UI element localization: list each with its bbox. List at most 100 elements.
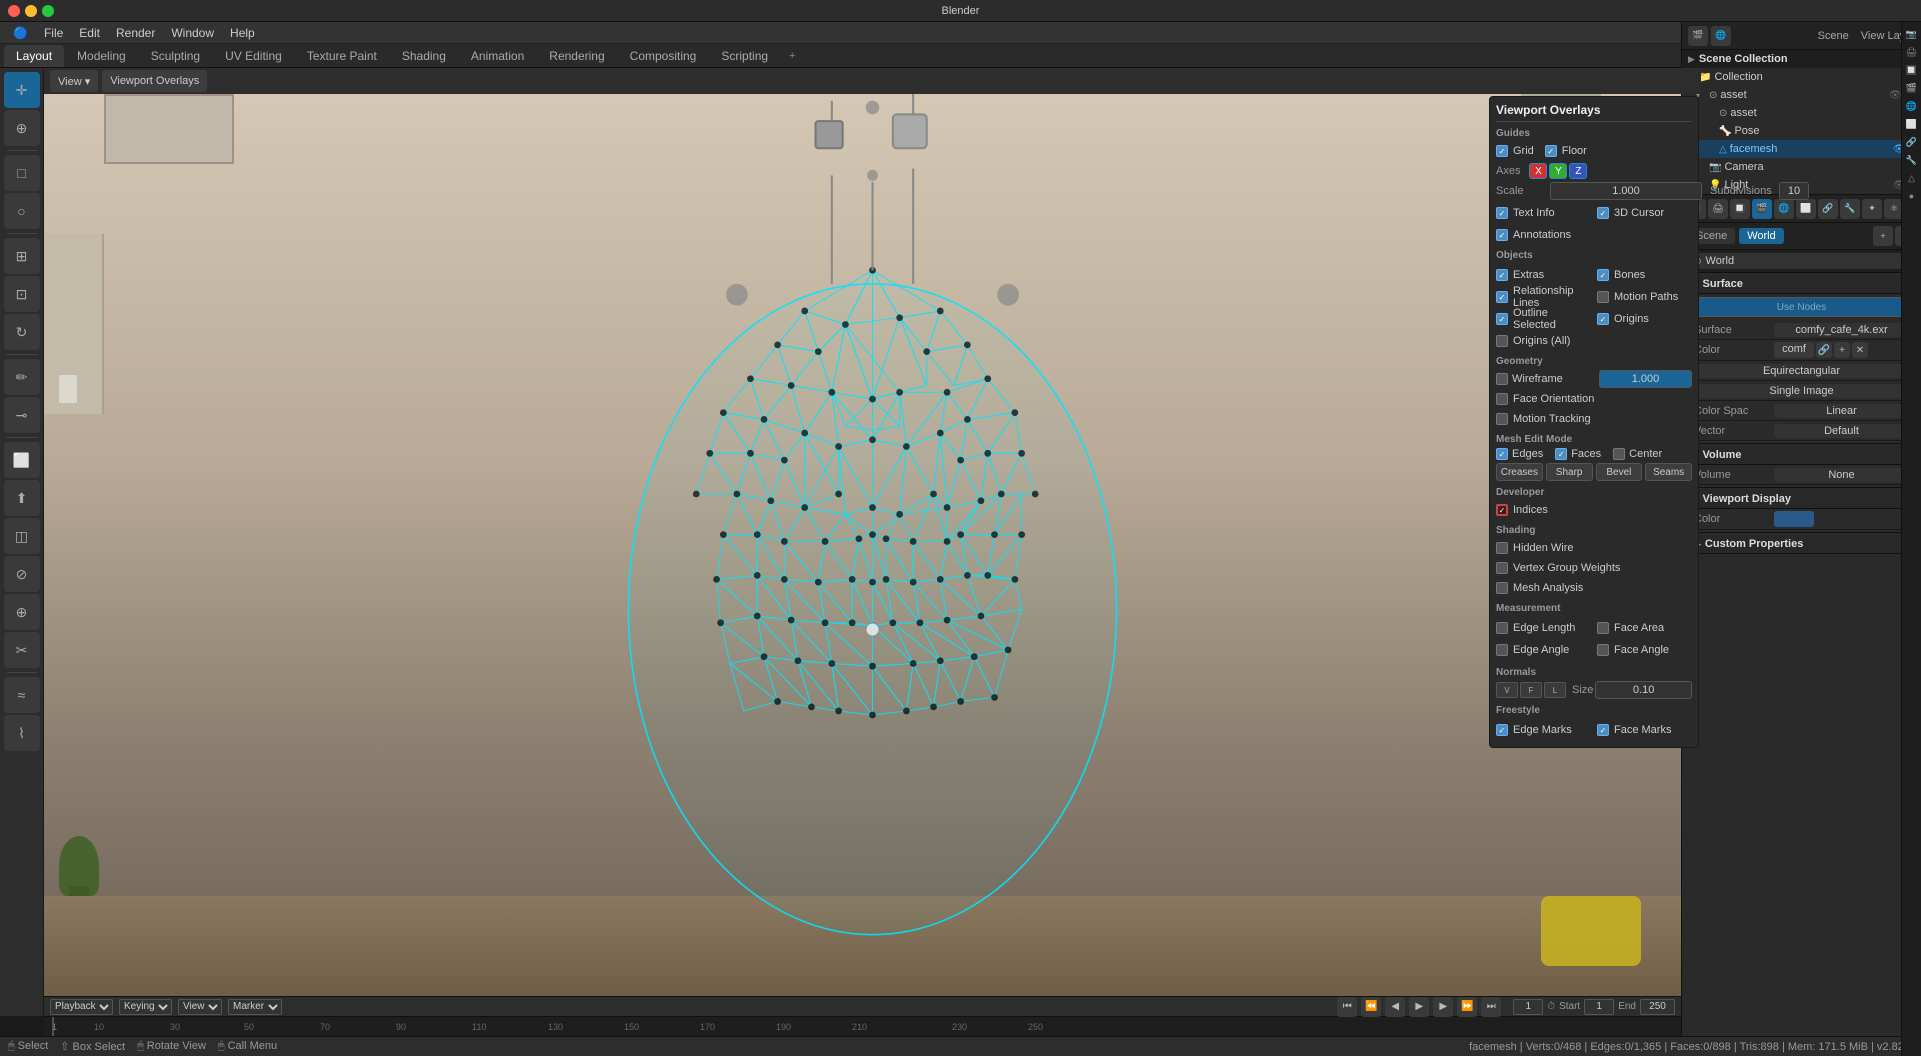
tab-uv-editing[interactable]: UV Editing <box>213 45 294 67</box>
move-tool[interactable]: ⊕ <box>4 110 40 146</box>
close-button[interactable] <box>8 5 20 17</box>
menu-render[interactable]: Render <box>109 24 162 42</box>
knife-tool[interactable]: ✂ <box>4 632 40 668</box>
projection-value[interactable]: Equirectangular <box>1694 364 1909 378</box>
sidebar-material-icon[interactable]: ● <box>1904 188 1920 204</box>
bones-checkbox[interactable] <box>1597 269 1609 281</box>
right-panel-icon1[interactable]: 🎬 <box>1688 26 1708 46</box>
prop-icon-view-layer[interactable]: 🔲 <box>1730 199 1750 219</box>
maximize-button[interactable] <box>42 5 54 17</box>
rel-lines-checkbox[interactable] <box>1496 291 1508 303</box>
sc-item-collection[interactable]: ▾ 📁 Collection 👁 <box>1682 68 1921 86</box>
sc-item-camera[interactable]: 📷 Camera 👁 <box>1682 158 1921 176</box>
viewport-display-header[interactable]: ▾ Viewport Display <box>1688 490 1915 509</box>
color-space-value[interactable]: Linear <box>1774 404 1909 418</box>
prop-icon-modifier[interactable]: 🔧 <box>1840 199 1860 219</box>
viewport-canvas[interactable]: X Y Z <box>44 94 1701 1016</box>
sharp-btn[interactable]: Sharp <box>1546 463 1593 481</box>
floor-checkbox[interactable] <box>1545 145 1557 157</box>
sidebar-modifier-icon[interactable]: 🔧 <box>1904 152 1920 168</box>
sidebar-data-icon[interactable]: △ <box>1904 170 1920 186</box>
playback-select[interactable]: Playback <box>50 999 113 1015</box>
prop-icon-constraint[interactable]: 🔗 <box>1818 199 1838 219</box>
scale-input[interactable] <box>1550 182 1702 200</box>
sc-item-pose[interactable]: 🦴 Pose 👁 <box>1682 122 1921 140</box>
menu-edit[interactable]: Edit <box>72 24 107 42</box>
center-checkbox[interactable] <box>1613 448 1625 460</box>
loop-cut-tool[interactable]: ⊕ <box>4 594 40 630</box>
tab-rendering[interactable]: Rendering <box>537 45 616 67</box>
custom-props-header[interactable]: ▶ Custom Properties <box>1688 535 1915 554</box>
subdivisions-input[interactable] <box>1779 182 1809 200</box>
faces-checkbox[interactable] <box>1555 448 1567 460</box>
view-select[interactable]: View <box>178 999 222 1015</box>
color-node-icon[interactable]: + <box>1834 342 1850 358</box>
normals-size-input[interactable] <box>1595 681 1692 699</box>
extras-checkbox[interactable] <box>1496 269 1508 281</box>
axis-x-btn[interactable]: X <box>1529 163 1547 179</box>
sc-item-facemesh[interactable]: △ facemesh 👁 ⊙ <box>1682 140 1921 158</box>
world-tab[interactable]: World <box>1739 228 1784 244</box>
prop-icon-particles[interactable]: ✦ <box>1862 199 1882 219</box>
sidebar-world-icon[interactable]: 🌐 <box>1904 98 1920 114</box>
jump-end-btn[interactable]: ⏭ <box>1481 997 1501 1017</box>
tab-layout[interactable]: Layout <box>4 45 64 67</box>
cursor-tool[interactable]: ✛ <box>4 72 40 108</box>
motion-paths-checkbox[interactable] <box>1597 291 1609 303</box>
jump-start-btn[interactable]: ⏮ <box>1337 997 1357 1017</box>
volume-value[interactable]: None <box>1774 468 1909 482</box>
marker-select[interactable]: Marker <box>228 999 282 1015</box>
sidebar-constraint-icon[interactable]: 🔗 <box>1904 134 1920 150</box>
surface-section-header[interactable]: ▾ Surface <box>1688 275 1915 294</box>
step-back-btn[interactable]: ⏪ <box>1361 997 1381 1017</box>
measure-tool[interactable]: ⊸ <box>4 397 40 433</box>
crease-tool[interactable]: ⌇ <box>4 715 40 751</box>
sidebar-render-icon[interactable]: 📷 <box>1904 26 1920 42</box>
vp-color-swatch[interactable] <box>1774 511 1814 527</box>
axis-y-btn[interactable]: Y <box>1549 163 1567 179</box>
prop-icon-scene[interactable]: 🎬 <box>1752 199 1772 219</box>
face-normals-btn[interactable]: F <box>1520 682 1542 698</box>
color-copy-icon[interactable]: ✕ <box>1852 342 1868 358</box>
volume-section-header[interactable]: ▾ Volume <box>1688 446 1915 465</box>
grid-checkbox[interactable] <box>1496 145 1508 157</box>
step-forward-btn[interactable]: ⏩ <box>1457 997 1477 1017</box>
sidebar-view-layer-icon[interactable]: 🔲 <box>1904 62 1920 78</box>
hidden-wire-checkbox[interactable] <box>1496 542 1508 554</box>
wireframe-checkbox[interactable] <box>1496 373 1508 385</box>
text-info-checkbox[interactable] <box>1496 207 1508 219</box>
sc-item-asset-parent[interactable]: ▾ ⊙ asset 👁 🦴 <box>1682 86 1921 104</box>
color-swatch[interactable]: comf <box>1774 342 1814 358</box>
minimize-button[interactable] <box>25 5 37 17</box>
prop-icon-output[interactable]: 🖨 <box>1708 199 1728 219</box>
menu-help[interactable]: Help <box>223 24 262 42</box>
select-circle-tool[interactable]: ○ <box>4 193 40 229</box>
sidebar-scene-icon[interactable]: 🎬 <box>1904 80 1920 96</box>
face-area-checkbox[interactable] <box>1597 622 1609 634</box>
tab-shading[interactable]: Shading <box>390 45 458 67</box>
creases-btn[interactable]: Creases <box>1496 463 1543 481</box>
wireframe-value[interactable] <box>1599 370 1692 388</box>
next-keyframe-btn[interactable]: ▶ <box>1433 997 1453 1017</box>
play-btn[interactable]: ▶ <box>1409 997 1429 1017</box>
start-frame-input[interactable] <box>1584 999 1614 1015</box>
menu-blender[interactable]: 🔵 <box>6 24 35 42</box>
current-frame-input[interactable] <box>1513 999 1543 1015</box>
tab-animation[interactable]: Animation <box>459 45 536 67</box>
menu-window[interactable]: Window <box>164 24 221 42</box>
loop-normals-btn[interactable]: L <box>1544 682 1566 698</box>
mesh-analysis-checkbox[interactable] <box>1496 582 1508 594</box>
vertex-normals-btn[interactable]: V <box>1496 682 1518 698</box>
origins-all-checkbox[interactable] <box>1496 335 1508 347</box>
rotate-tool[interactable]: ↻ <box>4 314 40 350</box>
keying-select[interactable]: Keying <box>119 999 172 1015</box>
edge-marks-checkbox[interactable] <box>1496 724 1508 736</box>
smooth-tool[interactable]: ≈ <box>4 677 40 713</box>
origins-checkbox[interactable] <box>1597 313 1609 325</box>
face-angle-checkbox[interactable] <box>1597 644 1609 656</box>
timeline-scrubber-area[interactable]: 1 10 30 50 70 90 110 130 150 170 190 210… <box>44 1017 1681 1036</box>
sc-item-asset-child[interactable]: ⊙ asset 👁 <box>1682 104 1921 122</box>
edge-length-checkbox[interactable] <box>1496 622 1508 634</box>
end-frame-input[interactable] <box>1640 999 1675 1015</box>
prop-icon-world[interactable]: 🌐 <box>1774 199 1794 219</box>
